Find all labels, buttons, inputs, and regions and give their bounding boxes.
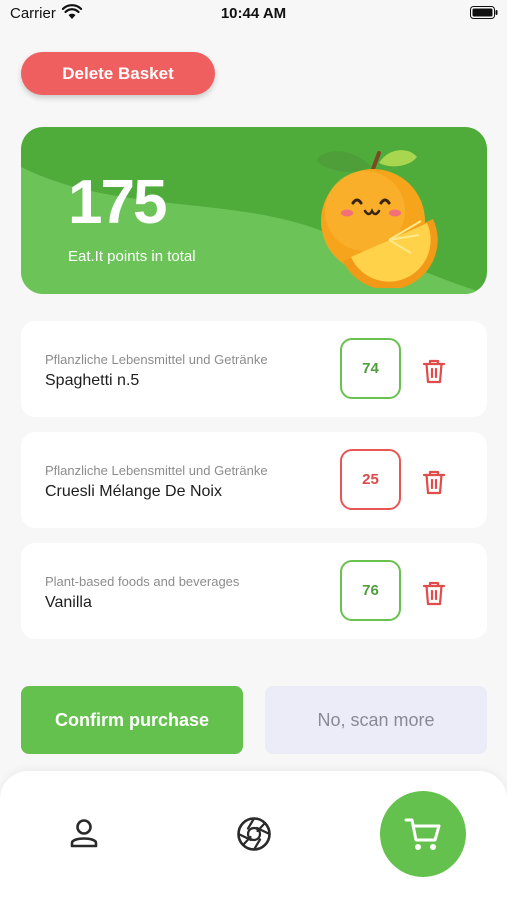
confirm-purchase-button[interactable]: Confirm purchase	[21, 686, 243, 754]
item-points-badge: 25	[340, 449, 401, 510]
item-category: Pflanzliche Lebensmittel und Getränke	[45, 352, 268, 367]
basket-item[interactable]: Plant-based foods and beverages Vanilla …	[21, 543, 487, 639]
points-total: 175	[68, 168, 167, 237]
basket-item[interactable]: Pflanzliche Lebensmittel und Getränke Cr…	[21, 432, 487, 528]
battery-icon	[470, 6, 498, 19]
item-name: Spaghetti n.5	[45, 372, 140, 389]
trash-icon[interactable]	[422, 358, 446, 384]
scan-more-button[interactable]: No, scan more	[265, 686, 487, 754]
orange-mascot-icon	[317, 150, 438, 288]
cart-icon	[404, 818, 441, 850]
item-points-badge: 74	[340, 338, 401, 399]
cart-tab-button[interactable]	[380, 791, 466, 877]
clock-time: 10:44 AM	[220, 5, 287, 22]
basket-item[interactable]: Pflanzliche Lebensmittel und Getränke Sp…	[21, 321, 487, 417]
item-points-badge: 76	[340, 560, 401, 621]
status-bar: Carrier 10:44 AM	[0, 0, 507, 30]
delete-basket-button[interactable]: Delete Basket	[21, 52, 215, 95]
trash-icon[interactable]	[422, 580, 446, 606]
points-caption: Eat.It points in total	[68, 248, 196, 265]
item-name: Vanilla	[45, 594, 92, 611]
item-name: Cruesli Mélange De Noix	[45, 483, 222, 500]
bottom-nav	[0, 771, 507, 900]
camera-shutter-icon[interactable]	[234, 814, 274, 854]
trash-icon[interactable]	[422, 469, 446, 495]
item-category: Plant-based foods and beverages	[45, 574, 240, 589]
item-category: Pflanzliche Lebensmittel und Getränke	[45, 463, 268, 478]
profile-icon[interactable]	[64, 814, 104, 854]
points-summary-card: 175 Eat.It points in total	[21, 127, 487, 294]
